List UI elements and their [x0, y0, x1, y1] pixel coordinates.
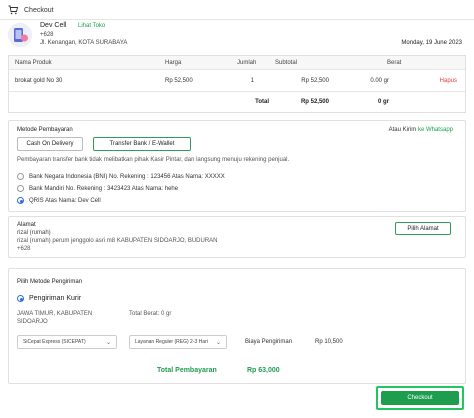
bank-option-bni[interactable]: Bank Negara Indonesia (BNI) No. Rekening…: [17, 173, 225, 180]
cart-icon: [8, 5, 18, 15]
shipping-destination-city: SIDOARJO: [17, 319, 48, 325]
shipping-title: Pilih Metode Pengiriman: [17, 279, 83, 285]
courier-select[interactable]: SiCepat Express (SICEPAT) ⌄: [17, 335, 117, 349]
radio-icon[interactable]: [17, 173, 24, 180]
whatsapp-link-text: Atau Kirim ke Whatsapp: [389, 127, 453, 133]
table-total-row: Total Rp 52,500 0 gr: [9, 92, 465, 112]
chevron-down-icon: ⌄: [105, 340, 111, 346]
total-label: Total: [255, 99, 269, 105]
shipping-destination: JAWA TIMUR, KABUPATEN: [17, 311, 93, 317]
radio-selected-icon[interactable]: [17, 197, 24, 204]
cod-button[interactable]: Cash On Delivery: [17, 137, 83, 151]
choose-address-button[interactable]: Pilih Alamat: [395, 222, 451, 235]
shipping-option-label: Pengiriman Kurir: [29, 295, 82, 302]
table-header: Nama Produk Harga Jumlah Subtotal Berat: [9, 56, 465, 70]
bank-option-mandiri[interactable]: Bank Mandiri No. Rekening : 3423423 Atas…: [17, 185, 178, 192]
page-title: Checkout: [24, 6, 54, 14]
radio-selected-icon[interactable]: [17, 295, 24, 302]
payment-note: Pembayaran transfer bank tidak melibatka…: [17, 157, 290, 163]
service-select-value: Layanan Reguler (REG) 2-3 Hari: [135, 339, 208, 345]
address-line: rizal (rumah) perum jenggolo asri m8 KAB…: [17, 238, 218, 244]
header-divider: [0, 19, 474, 20]
bank-option-label: Bank Mandiri No. Rekening : 3423423 Atas…: [29, 185, 179, 192]
total-weight: 0 gr: [377, 99, 389, 105]
delete-link[interactable]: Hapus: [389, 78, 465, 84]
column-header: Jumlah: [237, 59, 257, 66]
product-name: brokat gold No 30: [15, 77, 63, 84]
radio-icon[interactable]: [17, 185, 24, 192]
address-name: rizal (rumah): [17, 230, 51, 236]
checkout-button-highlight: Checkout: [376, 386, 464, 410]
table-row: brokat gold No 30 Rp 52,500 1 Rp 52,500 …: [9, 70, 465, 92]
column-header: Subtotal: [275, 59, 298, 66]
store-name: Dev Cell: [40, 22, 67, 29]
visit-store-link[interactable]: Lihat Toko: [78, 23, 105, 29]
product-weight: 0.00 gr: [370, 77, 389, 84]
shipping-cost-label: Biaya Pengiriman: [245, 339, 293, 345]
whatsapp-prefix: Atau Kirim: [388, 127, 417, 133]
store-phone: +628: [40, 32, 54, 38]
payment-method-title: Metode Pembayaran: [17, 127, 73, 133]
chevron-down-icon: ⌄: [215, 340, 221, 346]
product-table: Nama Produk Harga Jumlah Subtotal Berat …: [8, 55, 466, 113]
bank-option-label: QRIS Atas Nama: Dev Cell: [29, 197, 101, 204]
order-date: Monday, 19 June 2023: [401, 40, 462, 46]
column-header: Harga: [165, 59, 182, 66]
store-info: Dev Cell Lihat Toko +628 Jl. Kenangan, K…: [8, 22, 466, 52]
product-subtotal: Rp 52,500: [301, 77, 329, 84]
store-address: Jl. Kenangan, KOTA SURABAYA: [40, 40, 128, 46]
product-price: Rp 52,500: [165, 77, 193, 84]
shipping-total-weight: Total Berat: 0 gr: [129, 311, 172, 317]
top-bar: Checkout: [0, 0, 474, 20]
address-card: Alamat rizal (rumah) rizal (rumah) perum…: [8, 216, 466, 258]
bank-option-qris[interactable]: QRIS Atas Nama: Dev Cell: [17, 197, 101, 204]
total-value: Rp 52,500: [300, 99, 329, 105]
column-header: Nama Produk: [15, 59, 52, 66]
transfer-button[interactable]: Transfer Bank / E-Wallet: [93, 137, 191, 151]
courier-select-value: SiCepat Express (SICEPAT): [23, 339, 86, 345]
shipping-option-courier[interactable]: Pengiriman Kurir: [17, 295, 81, 302]
address-phone: +628: [17, 246, 31, 252]
shipping-cost-value: Rp 10,500: [315, 339, 343, 345]
address-title: Alamat: [17, 222, 36, 228]
product-qty: 1: [250, 77, 254, 84]
payment-method-card: Metode Pembayaran Cash On Delivery Trans…: [8, 120, 466, 212]
column-header: Berat: [387, 59, 402, 66]
store-avatar: [8, 23, 32, 47]
total-payment-value: Rp 63,000: [247, 367, 280, 374]
whatsapp-link[interactable]: ke Whatsapp: [418, 127, 453, 133]
service-select[interactable]: Layanan Reguler (REG) 2-3 Hari ⌄: [129, 335, 227, 349]
bank-option-label: Bank Negara Indonesia (BNI) No. Rekening…: [29, 173, 225, 180]
shipping-card: Pilih Metode Pengiriman Pengiriman Kurir…: [8, 268, 466, 384]
checkout-button[interactable]: Checkout: [381, 391, 459, 405]
total-payment-label: Total Pembayaran: [157, 367, 217, 374]
